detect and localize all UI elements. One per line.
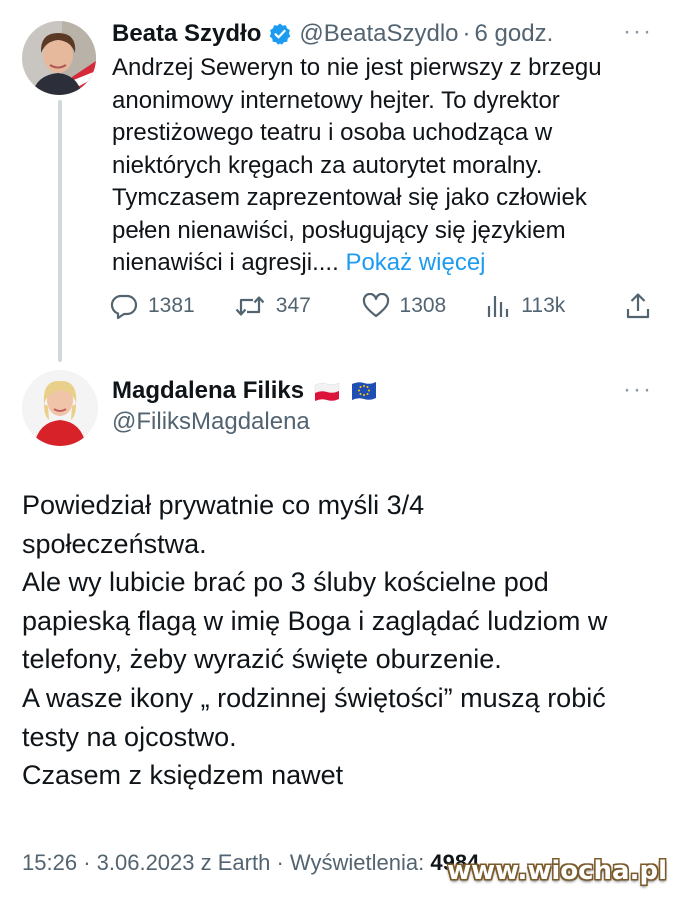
views-button[interactable]: 113k (485, 293, 625, 319)
avatar-beata-szydlo[interactable] (22, 21, 96, 95)
tweet1-handle[interactable]: @BeataSzydlo (299, 20, 458, 48)
tweet2-more-menu-icon[interactable]: ··· (623, 376, 653, 404)
tweet2-body: Powiedział prywatnie co myśli 3/4 społec… (22, 486, 662, 795)
tweet1-line: pełen nienawiści, posługujący się języki… (112, 216, 566, 244)
tweet1-line-last: nienawiści i agresji.... Pokaż więcej (112, 247, 647, 280)
share-icon (625, 292, 651, 320)
tweet2-line: społeczeństwa. (22, 528, 207, 559)
tweet1-line: Tymczasem zaprezentował się jako człowie… (112, 184, 587, 211)
tweet2-date[interactable]: 3.06.2023 (97, 850, 195, 875)
thread-connector-line (58, 100, 62, 362)
tweet2-line: A wasze ikony „ rodzinnej świętości” mus… (22, 682, 606, 713)
reply-count: 1381 (148, 294, 195, 317)
retweet-icon (234, 293, 266, 319)
poland-flag-icon (313, 381, 341, 401)
share-button[interactable] (625, 292, 651, 320)
tweet1-line: prestiżowego teatru i osoba uchodząca w (112, 119, 553, 146)
tweet2-views-label: Wyświetlenia: (289, 850, 425, 875)
tweet2-line: Ale wy lubicie brać po 3 śluby kościelne… (22, 567, 549, 598)
verified-badge-icon (268, 22, 292, 46)
eu-flag-icon (350, 381, 378, 401)
heart-icon (362, 293, 390, 319)
views-count: 113k (521, 294, 566, 317)
retweet-button[interactable]: 347 (234, 293, 362, 319)
views-chart-icon (485, 293, 511, 319)
tweet2-line: Czasem z księdzem nawet (22, 760, 344, 791)
like-count: 1308 (399, 294, 447, 317)
tweet2-meta: 15:26 · 3.06.2023 z Earth · Wyświetlenia… (22, 850, 480, 875)
reply-button[interactable]: 1381 (110, 293, 234, 319)
tweet1-line: niektórych kręgach za autorytet moralny. (112, 151, 543, 179)
tweet2-line: papieską flagą w imię Boga i zaglądać lu… (22, 605, 608, 636)
like-button[interactable]: 1308 (362, 293, 486, 319)
tweet1-action-bar: 1381 347 1308 113k (110, 288, 655, 324)
tweet1-body: Andrzej Seweryn to nie jest pierwszy z b… (112, 52, 647, 280)
tweet1-header: Beata Szydło @BeataSzydlo · 6 godz. (112, 18, 553, 50)
site-watermark: www.wiocha.pl (447, 856, 667, 886)
tweet1-more-menu-icon[interactable]: ··· (623, 18, 653, 46)
show-more-link[interactable]: Pokaż więcej (345, 249, 485, 276)
tweet2-author-name[interactable]: Magdalena Filiks (112, 377, 304, 405)
tweet1-line: nienawiści i agresji.... (112, 249, 339, 276)
tweet2-source: z Earth (200, 850, 271, 875)
tweet1-separator: · (462, 20, 471, 47)
tweet2-author: Magdalena Filiks (112, 374, 378, 408)
tweet1-line: anonimowy internetowy hejter. To dyrekto… (112, 86, 560, 114)
tweet2-time[interactable]: 15:26 (22, 850, 77, 875)
reply-icon (110, 293, 138, 319)
tweet1-time[interactable]: 6 godz. (475, 20, 554, 48)
tweet1-author-name[interactable]: Beata Szydło (112, 20, 261, 48)
tweet1-line: Andrzej Seweryn to nie jest pierwszy z b… (112, 54, 602, 81)
tweet2-handle[interactable]: @FiliksMagdalena (112, 408, 310, 436)
avatar-magdalena-filiks[interactable] (22, 370, 98, 446)
retweet-count: 347 (275, 294, 311, 317)
tweet2-line: Powiedział prywatnie co myśli 3/4 (22, 490, 425, 520)
tweet2-line: testy na ojcostwo. (22, 721, 237, 752)
tweet2-line: telefony, żeby wyrazić święte oburzenie. (22, 644, 502, 675)
